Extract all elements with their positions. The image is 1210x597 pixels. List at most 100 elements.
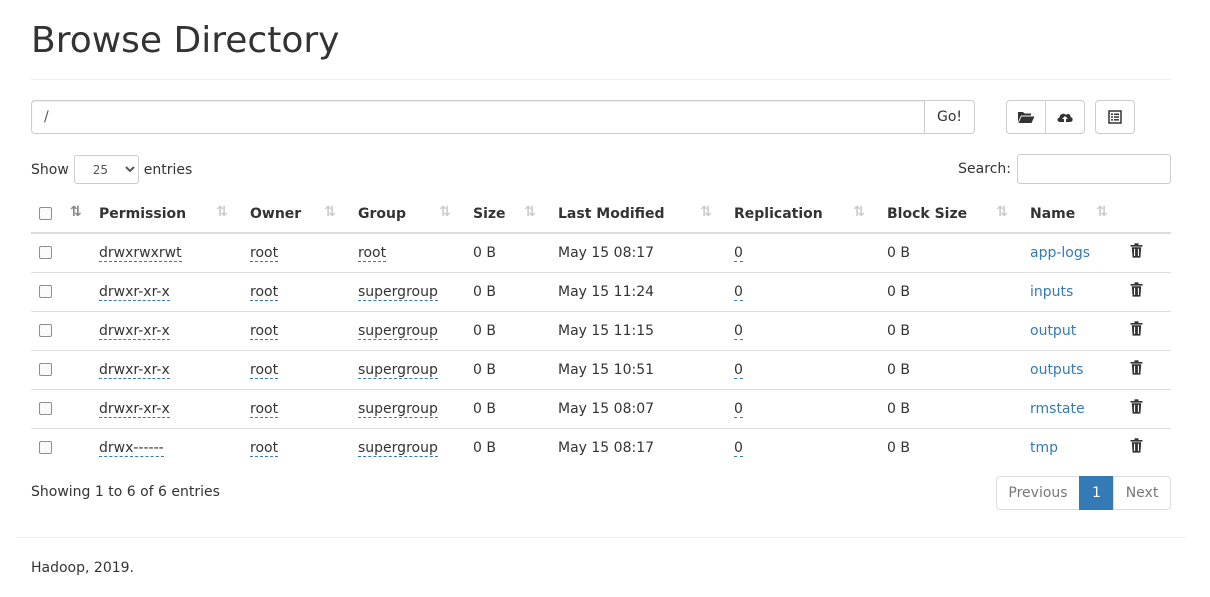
group-value[interactable]: root [358, 244, 387, 262]
column-label: Block Size [887, 205, 968, 222]
entries-length-control: Show 25 entries [31, 155, 192, 184]
row-checkbox[interactable] [39, 246, 52, 260]
entries-label: entries [143, 161, 193, 178]
owner-value[interactable]: root [250, 322, 279, 340]
permission-value[interactable]: drwxr-xr-x [99, 400, 170, 418]
sort-ascending-icon: ⇅ [70, 204, 82, 220]
next-page-button[interactable]: Next [1113, 476, 1171, 510]
column-label: Replication [734, 205, 823, 222]
row-spacer-cell [61, 272, 91, 312]
directory-name-link[interactable]: tmp [1030, 440, 1058, 456]
create-directory-button[interactable] [1006, 100, 1046, 134]
permission-value[interactable]: drwxr-xr-x [99, 283, 170, 301]
block-size-cell: 0 B [879, 272, 1022, 312]
row-spacer-cell [61, 233, 91, 273]
select-all-checkbox[interactable] [39, 207, 52, 220]
group-value[interactable]: supergroup [358, 361, 438, 379]
directory-name-link[interactable]: app-logs [1030, 245, 1090, 261]
row-checkbox[interactable] [39, 285, 52, 298]
permission-value[interactable]: drwxr-xr-x [99, 322, 170, 340]
replication-value[interactable]: 0 [734, 361, 743, 379]
replication-value[interactable]: 0 [734, 283, 743, 301]
table-row: drwxr-xr-x root supergroup 0 B May 15 11:15 0… [31, 311, 1171, 351]
column-header-block-size[interactable]: Block Size ⇅ [879, 195, 1022, 234]
last-modified-cell: May 15 08:17 [550, 233, 726, 273]
row-select-cell [31, 233, 61, 273]
owner-cell: root [242, 272, 350, 312]
block-size-cell: 0 B [879, 389, 1022, 429]
group-value[interactable]: supergroup [358, 322, 438, 340]
path-bar: Go! [31, 100, 975, 134]
go-button[interactable]: Go! [924, 100, 975, 134]
row-checkbox[interactable] [39, 363, 52, 376]
permission-cell: drwxr-xr-x [91, 389, 242, 429]
table-row: drwx------ root supergroup 0 B May 15 08:17 0… [31, 428, 1171, 467]
table-row: drwxr-xr-x root supergroup 0 B May 15 08:07 0… [31, 389, 1171, 429]
permission-value[interactable]: drwxr-xr-x [99, 361, 170, 379]
name-cell: output [1022, 311, 1122, 351]
permission-cell: drwxr-xr-x [91, 272, 242, 312]
group-value[interactable]: supergroup [358, 400, 438, 418]
owner-cell: root [242, 350, 350, 390]
size-cell: 0 B [465, 350, 550, 390]
row-checkbox[interactable] [39, 324, 52, 337]
row-checkbox[interactable] [39, 441, 52, 455]
last-modified-cell: May 15 11:15 [550, 311, 726, 351]
column-header-size[interactable]: Size ⇅ [465, 195, 550, 234]
owner-value[interactable]: root [250, 400, 279, 418]
replication-cell: 0 [726, 311, 879, 351]
trash-icon[interactable] [1130, 438, 1143, 457]
folder-open-icon [1018, 112, 1035, 123]
name-cell: outputs [1022, 350, 1122, 390]
owner-value[interactable]: root [250, 439, 279, 457]
row-spacer-cell [61, 350, 91, 390]
row-select-cell [31, 350, 61, 390]
trash-icon[interactable] [1130, 243, 1143, 262]
search-input[interactable] [1017, 154, 1171, 184]
select-all-cell [31, 195, 61, 234]
column-header-permission[interactable]: Permission ⇅ [91, 195, 242, 234]
block-size-cell: 0 B [879, 233, 1022, 273]
block-size-cell: 0 B [887, 439, 910, 456]
group-value[interactable]: supergroup [358, 439, 438, 457]
trash-icon[interactable] [1130, 321, 1143, 340]
trash-icon[interactable] [1130, 360, 1143, 379]
actions-cell [1122, 311, 1171, 351]
directory-name-link[interactable]: outputs [1030, 362, 1083, 378]
column-header-owner[interactable]: Owner ⇅ [242, 195, 350, 234]
replication-cell: 0 [726, 350, 879, 390]
owner-value[interactable]: root [250, 244, 279, 262]
permission-value[interactable]: drwx------ [99, 439, 164, 457]
column-header-replication[interactable]: Replication ⇅ [726, 195, 879, 234]
directory-name-link[interactable]: output [1030, 323, 1076, 339]
group-cell: supergroup [350, 428, 465, 467]
directory-name-link[interactable]: rmstate [1030, 401, 1085, 417]
replication-value[interactable]: 0 [734, 244, 743, 262]
sort-column-header[interactable]: ⇅ [61, 195, 91, 234]
replication-cell: 0 [726, 428, 879, 467]
actions-cell [1122, 428, 1171, 467]
owner-cell: root [242, 311, 350, 351]
permission-value[interactable]: drwxrwxrwt [99, 244, 182, 262]
owner-value[interactable]: root [250, 283, 279, 301]
directory-name-link[interactable]: inputs [1030, 284, 1073, 300]
replication-value[interactable]: 0 [734, 400, 743, 418]
upload-button[interactable] [1045, 100, 1085, 134]
group-value[interactable]: supergroup [358, 283, 438, 301]
entries-select[interactable]: 25 [73, 155, 139, 184]
owner-value[interactable]: root [250, 361, 279, 379]
replication-value[interactable]: 0 [734, 322, 743, 340]
column-header-last-modified[interactable]: Last Modified ⇅ [550, 195, 726, 234]
group-cell: root [350, 233, 465, 273]
column-header-group[interactable]: Group ⇅ [350, 195, 465, 234]
trash-icon[interactable] [1130, 399, 1143, 418]
replication-value[interactable]: 0 [734, 439, 743, 457]
trash-icon[interactable] [1130, 282, 1143, 301]
column-header-name[interactable]: Name ⇅ [1022, 195, 1122, 234]
page-1-button[interactable]: 1 [1079, 476, 1114, 510]
actions-cell [1122, 389, 1171, 429]
row-checkbox[interactable] [39, 402, 52, 415]
previous-page-button[interactable]: Previous [996, 476, 1080, 510]
cut-paste-button[interactable] [1095, 100, 1135, 134]
path-input[interactable] [31, 100, 924, 134]
